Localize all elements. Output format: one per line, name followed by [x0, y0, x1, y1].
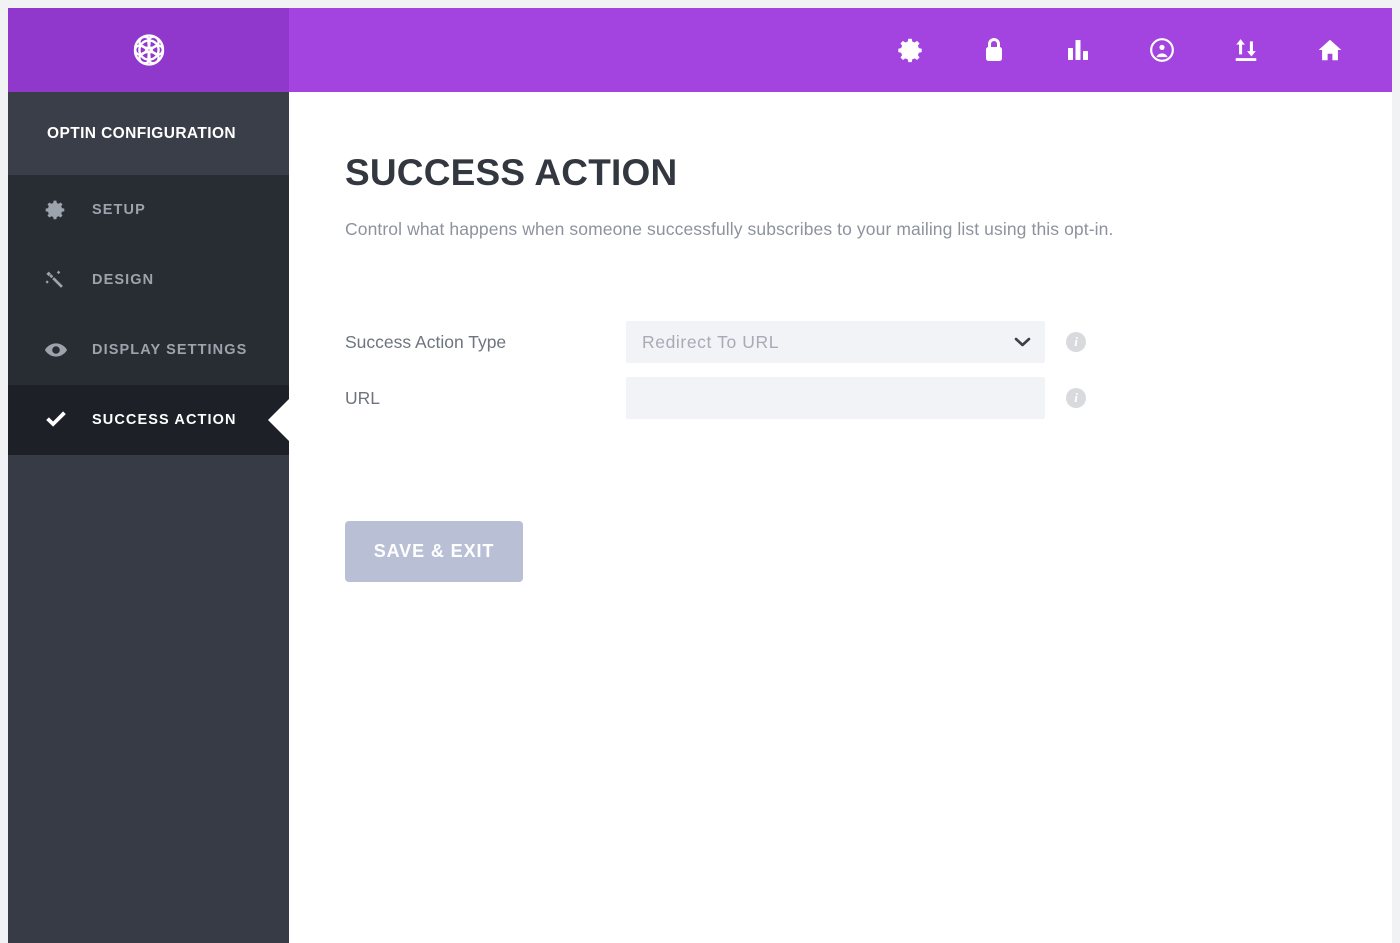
gear-icon	[44, 199, 80, 221]
chevron-down-icon	[1014, 336, 1031, 348]
sidebar-item-setup[interactable]: SETUP	[8, 175, 289, 245]
top-bar-spacer	[289, 8, 868, 92]
sidebar-menu: SETUP DESIGN DISPLAY SETTINGS SUCCESS AC…	[8, 175, 289, 455]
app-root: OPTIN CONFIGURATION SETUP DESIGN DISPLAY…	[0, 0, 1400, 943]
sidebar-item-label: DISPLAY SETTINGS	[92, 342, 248, 358]
success-action-form: Success Action Type Redirect To URL i UR…	[345, 314, 1392, 426]
lock-icon[interactable]	[952, 8, 1036, 92]
home-icon[interactable]	[1288, 8, 1372, 92]
logo-zone[interactable]	[8, 8, 289, 92]
top-bar-icon-group	[868, 8, 1392, 92]
sidebar-item-label: SUCCESS ACTION	[92, 412, 237, 428]
success-action-type-label: Success Action Type	[345, 331, 507, 352]
page-title: SUCCESS ACTION	[345, 152, 678, 193]
check-icon	[44, 408, 80, 432]
gear-icon[interactable]	[868, 8, 952, 92]
user-circle-icon[interactable]	[1120, 8, 1204, 92]
import-export-icon[interactable]	[1204, 8, 1288, 92]
bar-chart-icon[interactable]	[1036, 8, 1120, 92]
sidebar-item-label: DESIGN	[92, 272, 155, 288]
sidebar: OPTIN CONFIGURATION SETUP DESIGN DISPLAY…	[8, 92, 289, 943]
sidebar-item-success-action[interactable]: SUCCESS ACTION	[8, 385, 289, 455]
eye-icon	[44, 338, 80, 362]
url-label: URL	[345, 387, 381, 408]
main-content: SUCCESS ACTION Control what happens when…	[289, 92, 1392, 943]
success-action-type-field: Redirect To URL	[626, 321, 1045, 363]
info-icon-url[interactable]: i	[1066, 388, 1086, 408]
url-field	[626, 377, 1045, 419]
url-input[interactable]	[626, 377, 1045, 419]
sidebar-item-display-settings[interactable]: DISPLAY SETTINGS	[8, 315, 289, 385]
magic-wand-icon	[44, 269, 80, 292]
success-action-type-select[interactable]: Redirect To URL	[626, 321, 1045, 363]
top-bar	[8, 8, 1392, 92]
form-row-url: URL i	[345, 370, 1392, 426]
sidebar-title: OPTIN CONFIGURATION	[8, 92, 289, 175]
success-action-type-value: Redirect To URL	[642, 331, 780, 352]
sidebar-item-design[interactable]: DESIGN	[8, 245, 289, 315]
page-description: Control what happens when someone succes…	[345, 219, 1114, 239]
form-row-success-action-type: Success Action Type Redirect To URL i	[345, 314, 1392, 370]
optin-monster-rosette-logo	[133, 34, 164, 66]
info-icon-success-action-type[interactable]: i	[1066, 332, 1086, 352]
save-and-exit-button[interactable]: SAVE & EXIT	[345, 521, 523, 582]
sidebar-item-label: SETUP	[92, 202, 146, 218]
